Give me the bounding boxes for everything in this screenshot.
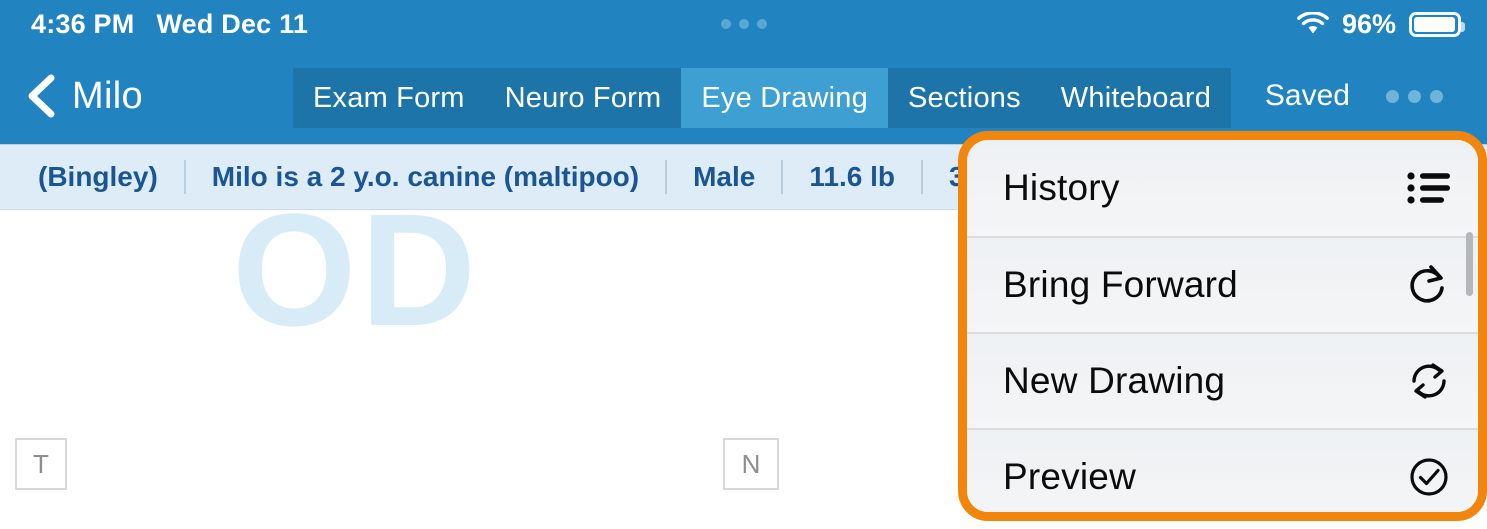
menu-item-preview[interactable]: Preview xyxy=(967,428,1478,512)
status-bar: 4:36 PM Wed Dec 11 96% xyxy=(0,0,1487,48)
save-status-label: Saved xyxy=(1264,79,1350,112)
tab-neuro-form[interactable]: Neuro Form xyxy=(485,68,682,128)
od-watermark: OD xyxy=(232,210,480,359)
list-icon xyxy=(1406,165,1452,211)
tab-whiteboard[interactable]: Whiteboard xyxy=(1041,68,1231,128)
status-date: Wed Dec 11 xyxy=(156,8,309,39)
menu-item-bring-forward[interactable]: Bring Forward xyxy=(967,236,1478,332)
battery-percent-label: 96% xyxy=(1341,8,1396,39)
menu-item-label: New Drawing xyxy=(1003,360,1226,401)
chevron-left-icon xyxy=(24,73,58,119)
menu-item-history[interactable]: History xyxy=(967,140,1478,236)
check-circle-icon xyxy=(1406,454,1452,500)
status-time: 4:36 PM xyxy=(31,8,135,39)
patient-weight: 11.6 lb xyxy=(809,161,895,192)
menu-scroll-area[interactable]: History Bring Forward New Drawing Previe… xyxy=(967,140,1478,512)
patient-description: Milo is a 2 y.o. canine (maltipoo) xyxy=(211,161,640,192)
patient-owner: (Bingley) xyxy=(38,161,158,192)
tab-exam-form[interactable]: Exam Form xyxy=(293,68,485,128)
tab-label: Neuro Form xyxy=(504,81,662,114)
menu-item-label: Preview xyxy=(1003,456,1136,497)
ellipsis-icon-dot xyxy=(1430,89,1443,103)
tab-label: Sections xyxy=(907,81,1021,114)
menu-item-label: Bring Forward xyxy=(1003,264,1238,305)
tag-label: T xyxy=(33,448,49,479)
tag-label: N xyxy=(741,448,761,479)
redo-circular-arrow-icon xyxy=(1406,262,1452,308)
tab-label: Whiteboard xyxy=(1060,81,1212,114)
segmented-tab-bar: Exam Form Neuro Form Eye Drawing Section… xyxy=(293,68,1232,128)
tab-label: Exam Form xyxy=(313,81,465,114)
sync-circular-arrows-icon xyxy=(1406,358,1452,404)
menu-item-new-drawing[interactable]: New Drawing xyxy=(967,332,1478,428)
drawing-options-popup-menu: History Bring Forward New Drawing Previe… xyxy=(958,131,1487,521)
tag-box-temporal[interactable]: T xyxy=(15,438,67,490)
ellipsis-icon-dot xyxy=(1408,89,1421,103)
tab-sections[interactable]: Sections xyxy=(888,68,1041,128)
three-dots-indicator-icon xyxy=(720,19,767,29)
status-bar-right: 96% xyxy=(1297,0,1465,48)
app-root: 4:36 PM Wed Dec 11 96% Milo Exam Form Ne… xyxy=(0,0,1487,529)
status-bar-left: 4:36 PM Wed Dec 11 xyxy=(31,9,308,40)
wifi-icon xyxy=(1297,11,1329,36)
tab-eye-drawing[interactable]: Eye Drawing xyxy=(681,68,888,128)
ellipsis-icon-dot xyxy=(1386,89,1399,103)
tag-box-nasal[interactable]: N xyxy=(723,438,779,490)
back-button-label: Milo xyxy=(72,74,143,117)
patient-sex: Male xyxy=(693,161,756,192)
navigation-bar: Milo Exam Form Neuro Form Eye Drawing Se… xyxy=(0,48,1487,144)
battery-icon xyxy=(1409,11,1465,37)
tab-label: Eye Drawing xyxy=(701,81,868,114)
back-button[interactable]: Milo xyxy=(24,48,143,144)
ellipsis-menu-button[interactable] xyxy=(1386,48,1443,144)
menu-item-label: History xyxy=(1003,167,1120,208)
menu-scrollbar[interactable] xyxy=(1466,232,1473,296)
